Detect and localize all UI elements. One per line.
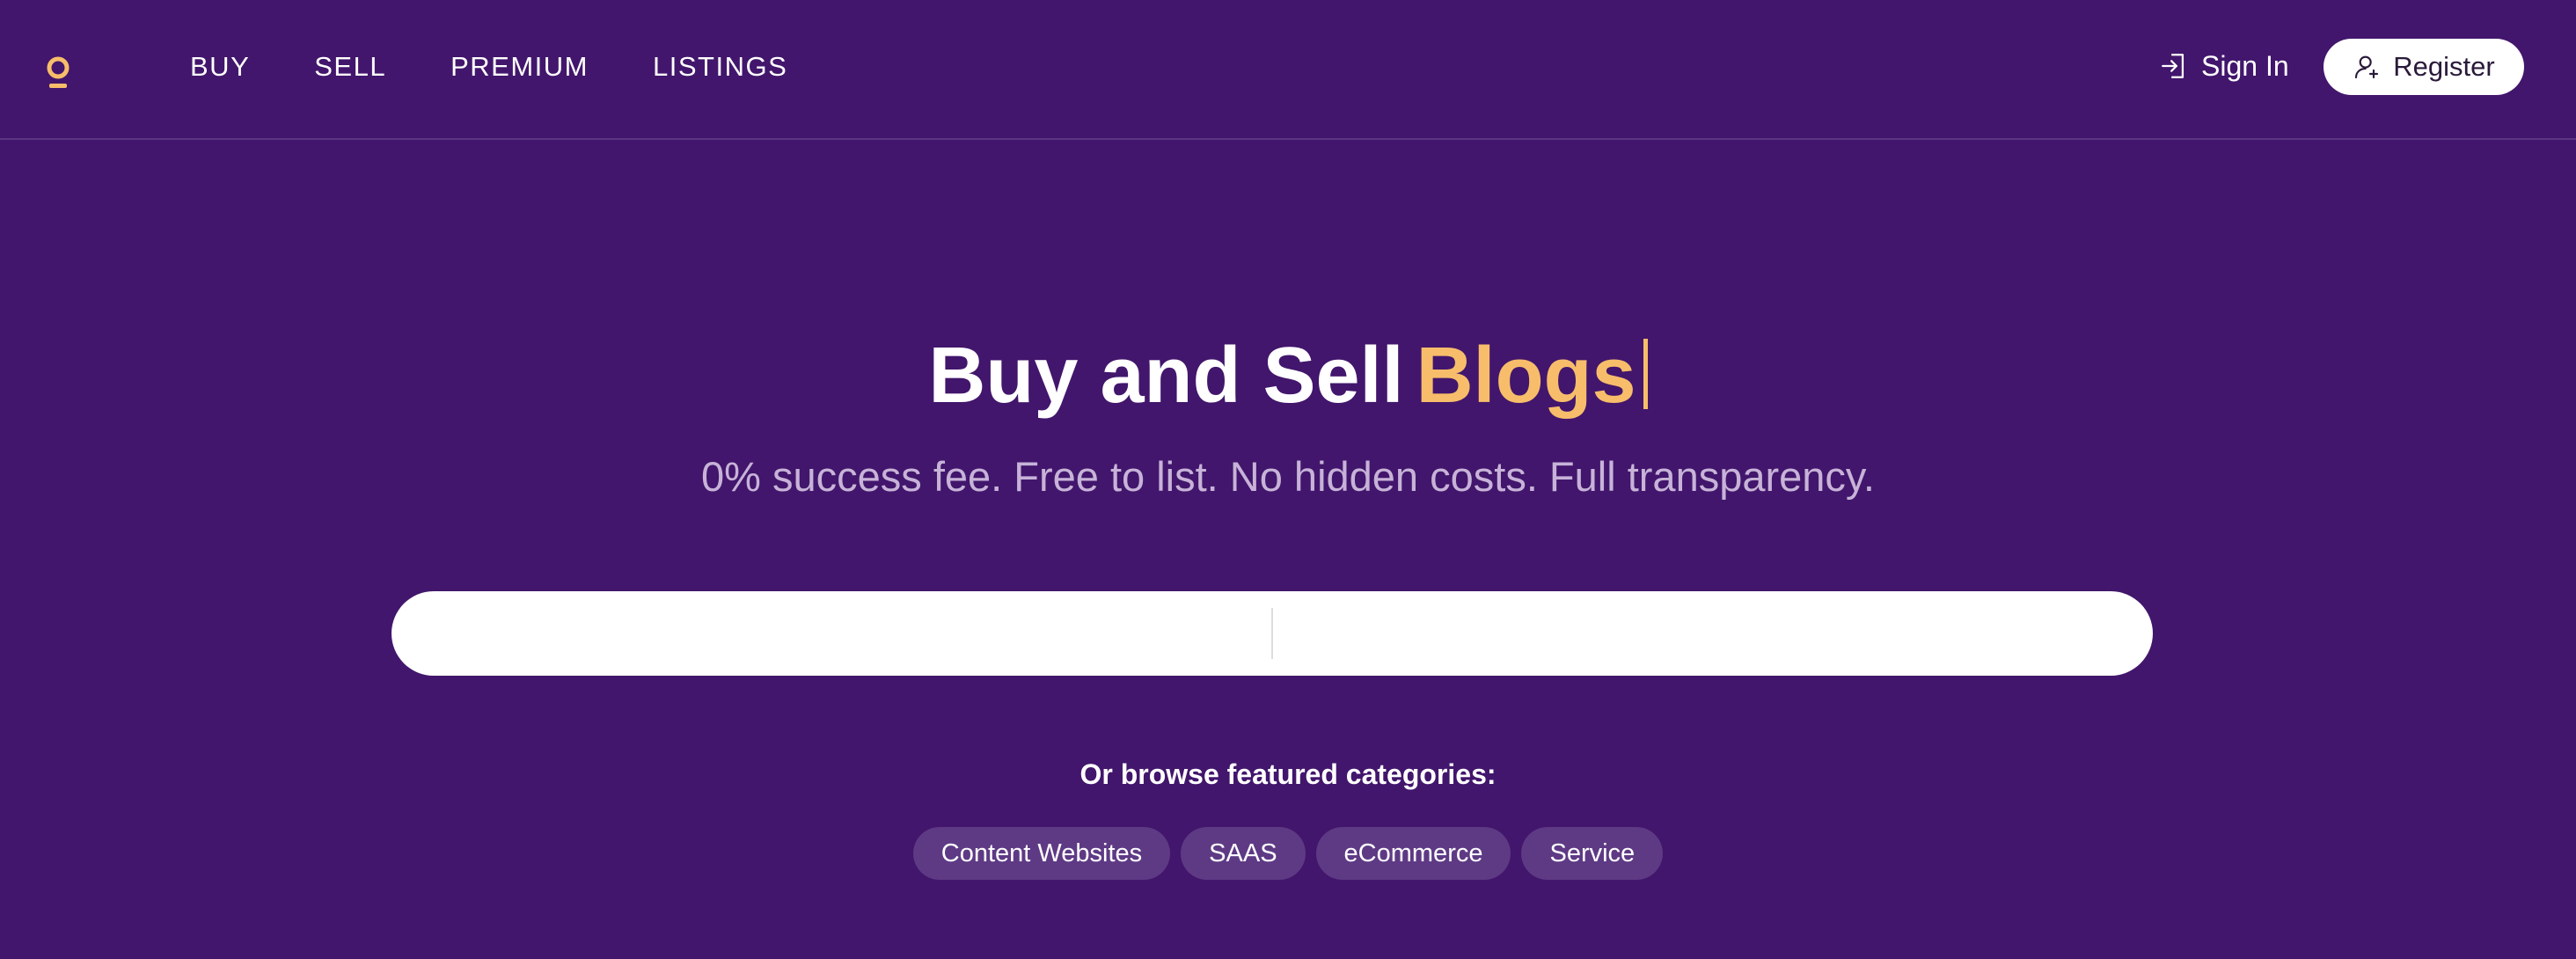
main-nav: BUY SELL PREMIUM LISTINGS <box>190 49 852 84</box>
category-chip-content-websites[interactable]: Content Websites <box>912 827 1171 880</box>
sign-in-link[interactable]: Sign In <box>2159 46 2289 86</box>
category-chip-service[interactable]: Service <box>1521 827 1664 880</box>
top-navbar: BUY SELL PREMIUM LISTINGS Sign In Regist… <box>0 0 2576 140</box>
search-input-left[interactable] <box>392 591 1271 676</box>
hero-title-static: Buy and Sell <box>928 332 1404 420</box>
nav-sell[interactable]: SELL <box>314 51 386 83</box>
category-chip-ecommerce[interactable]: eCommerce <box>1315 827 1511 880</box>
location-pin-icon[interactable] <box>46 56 70 90</box>
register-label: Register <box>2393 51 2495 82</box>
hero-subtitle: 0% success fee. Free to list. No hidden … <box>701 453 1875 500</box>
typing-caret <box>1643 339 1648 409</box>
browse-categories-label: Or browse featured categories: <box>1079 758 1497 790</box>
nav-premium[interactable]: PREMIUM <box>450 51 589 83</box>
user-icon <box>2355 55 2379 79</box>
page: BUY SELL PREMIUM LISTINGS Sign In Regist… <box>0 0 2576 959</box>
hero-title: Buy and Sell Blogs <box>0 327 2576 424</box>
nav-buy[interactable]: BUY <box>190 51 250 83</box>
login-icon <box>2162 54 2184 78</box>
register-button[interactable]: Register <box>2324 39 2524 95</box>
category-chip-saas[interactable]: SAAS <box>1181 827 1306 880</box>
category-chips: Content Websites SAAS eCommerce Service <box>0 827 2576 880</box>
nav-listings[interactable]: LISTINGS <box>653 51 787 83</box>
search-input-right[interactable] <box>1273 591 2153 676</box>
hero-title-rotating-word: Blogs <box>1416 332 1636 420</box>
sign-in-label: Sign In <box>2201 49 2289 82</box>
search-bar <box>392 591 2153 676</box>
